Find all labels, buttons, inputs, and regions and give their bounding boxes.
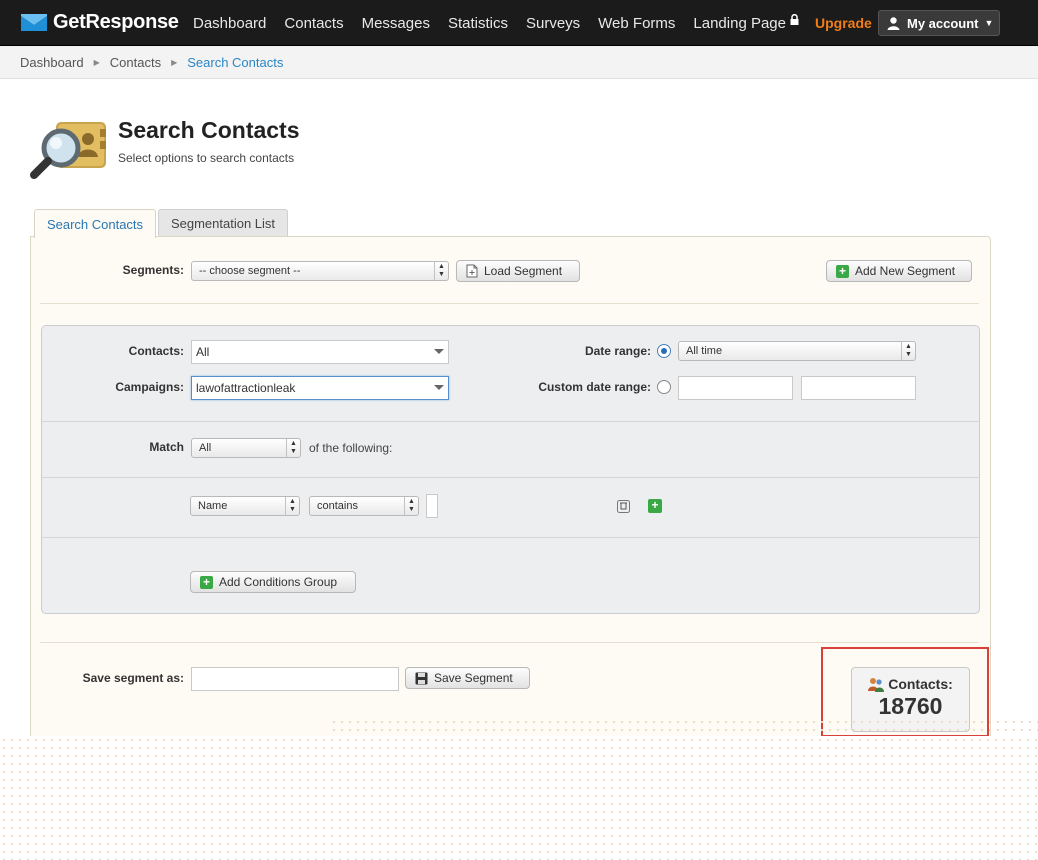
contacts-combo-value: All [196, 345, 210, 359]
my-account-label: My account [907, 15, 979, 31]
dropdown-arrow-icon [434, 349, 444, 354]
campaigns-combo[interactable]: lawofattractionleak [191, 376, 449, 400]
my-account-button[interactable]: My account ▼ [878, 10, 1000, 36]
contacts-counter-label-row: Contacts: [852, 676, 969, 692]
contacts-counter-value: 18760 [878, 693, 943, 719]
select-arrows-icon: ▲ ▼ [404, 497, 418, 515]
upgrade-link[interactable]: Upgrade [815, 15, 872, 31]
add-conditions-group-label: Add Conditions Group [219, 575, 338, 589]
divider [40, 642, 979, 643]
date-range-select[interactable]: All time ▲ ▼ [678, 341, 916, 361]
logo-text: GetResponse [53, 11, 179, 33]
condition-field-value: Name [198, 500, 228, 512]
match-select-value: All [199, 442, 212, 454]
match-label: Match [149, 440, 184, 454]
tab-segmentation-list[interactable]: Segmentation List [158, 209, 288, 237]
top-navbar: GetResponse Dashboard Contacts Messages … [0, 0, 1038, 46]
select-arrows-icon: ▲ ▼ [901, 342, 915, 360]
campaigns-label: Campaigns: [115, 380, 184, 394]
dropdown-arrow-icon [434, 385, 444, 390]
divider [42, 537, 979, 538]
load-segment-label: Load Segment [484, 264, 563, 278]
date-range-radio[interactable] [657, 344, 671, 358]
add-condition-icon[interactable]: + [648, 499, 662, 513]
dotted-overlay [0, 736, 1038, 860]
segments-label: Segments: [122, 263, 184, 277]
envelope-logo-icon [21, 13, 47, 31]
condition-field-select[interactable]: Name ▲ ▼ [190, 496, 300, 516]
date-range-value: All time [686, 345, 723, 357]
condition-value-input[interactable] [426, 494, 438, 518]
custom-date-range-label: Custom date range: [538, 380, 651, 394]
nav-surveys[interactable]: Surveys [517, 15, 589, 32]
select-arrows-icon: ▲ ▼ [434, 262, 448, 280]
contacts-counter-label: Contacts: [888, 676, 953, 692]
match-select[interactable]: All ▲ ▼ [191, 438, 301, 458]
divider [42, 477, 979, 478]
nav-contacts[interactable]: Contacts [275, 15, 352, 32]
page-subtitle: Select options to search contacts [118, 151, 295, 165]
breadcrumb-search-contacts[interactable]: Search Contacts [187, 55, 283, 70]
search-contacts-icon [30, 122, 106, 179]
date-range-label: Date range: [584, 344, 651, 358]
breadcrumb-separator-icon: ▶ [93, 57, 100, 67]
document-icon [466, 264, 478, 278]
caret-down-icon: ▼ [984, 18, 994, 28]
breadcrumb-dashboard[interactable]: Dashboard [20, 55, 84, 70]
save-segment-label: Save segment as: [82, 671, 184, 685]
custom-date-range-radio[interactable] [657, 380, 671, 394]
divider [42, 421, 979, 422]
plus-icon: + [836, 264, 849, 278]
main-nav: Dashboard Contacts Messages Statistics S… [184, 0, 808, 46]
custom-date-to-input[interactable] [801, 376, 916, 400]
contacts-label: Contacts: [128, 344, 184, 358]
condition-operator-select[interactable]: contains ▲ ▼ [309, 496, 419, 516]
lock-icon [790, 13, 799, 25]
filter-box [41, 325, 980, 614]
divider [40, 303, 979, 304]
breadcrumb: Dashboard ▶ Contacts ▶ Search Contacts [0, 46, 1038, 79]
page-title: Search Contacts [118, 117, 300, 143]
nav-statistics[interactable]: Statistics [439, 15, 517, 32]
custom-date-from-input[interactable] [678, 376, 793, 400]
segment-select-value: -- choose segment -- [199, 265, 301, 277]
breadcrumb-separator-icon: ▶ [171, 57, 178, 67]
nav-landing-page-label: Landing Page [693, 14, 786, 32]
dotted-overlay [330, 718, 1038, 738]
user-icon [887, 16, 900, 30]
campaigns-combo-value: lawofattractionleak [196, 381, 296, 395]
add-new-segment-label: Add New Segment [855, 264, 956, 278]
segment-select[interactable]: -- choose segment -- ▲ ▼ [191, 261, 449, 281]
breadcrumb-contacts[interactable]: Contacts [110, 55, 161, 70]
nav-web-forms[interactable]: Web Forms [589, 15, 684, 32]
save-segment-button[interactable]: Save Segment [405, 667, 530, 689]
add-conditions-group-button[interactable]: + Add Conditions Group [190, 571, 356, 593]
nav-landing-page[interactable]: Landing Page [684, 13, 808, 32]
match-suffix: of the following: [309, 441, 393, 455]
contacts-combo[interactable]: All [191, 340, 449, 364]
select-arrows-icon: ▲ ▼ [285, 497, 299, 515]
logo[interactable]: GetResponse [20, 11, 179, 34]
add-new-segment-button[interactable]: + Add New Segment [826, 260, 972, 282]
tab-search-contacts[interactable]: Search Contacts [34, 209, 156, 238]
contacts-group-icon [868, 677, 885, 692]
nav-dashboard[interactable]: Dashboard [184, 15, 275, 32]
load-segment-button[interactable]: Load Segment [456, 260, 580, 282]
plus-icon: + [200, 575, 213, 589]
condition-operator-value: contains [317, 500, 358, 512]
save-segment-input[interactable] [191, 667, 399, 691]
nav-messages[interactable]: Messages [353, 15, 439, 32]
select-arrows-icon: ▲ ▼ [286, 439, 300, 457]
remove-condition-icon[interactable] [617, 500, 630, 513]
save-segment-button-label: Save Segment [434, 671, 513, 685]
floppy-disk-icon [415, 672, 428, 684]
